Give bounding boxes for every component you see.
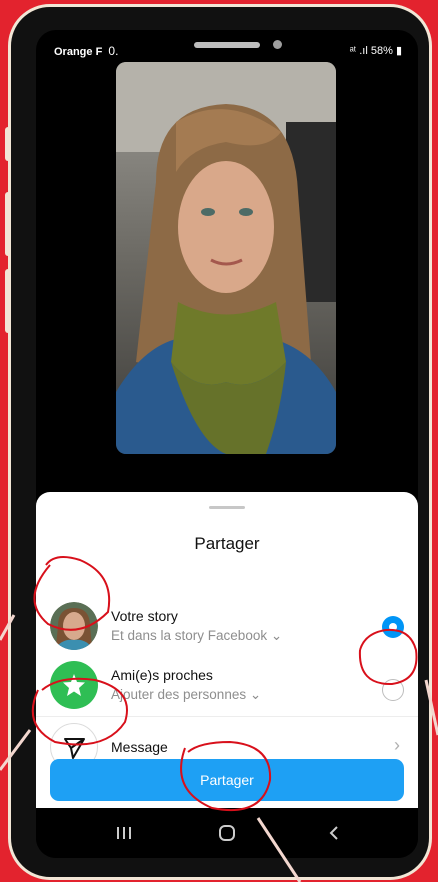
battery-label: 58% bbox=[370, 45, 393, 57]
phone-side-button bbox=[5, 192, 11, 256]
chevron-down-icon: ⌄ bbox=[249, 687, 262, 702]
star-icon bbox=[63, 674, 85, 696]
row-sublabel: Ajouter des personnes ⌄ bbox=[111, 687, 262, 702]
chevron-down-icon: ⌄ bbox=[270, 628, 283, 643]
share-sheet: Partager Votre story Et dans la story Fa… bbox=[36, 492, 418, 808]
profile-avatar bbox=[50, 602, 98, 650]
sheet-title: Partager bbox=[194, 534, 260, 553]
close-friends-radio[interactable] bbox=[382, 679, 404, 701]
front-camera bbox=[273, 40, 282, 49]
row-label: Ami(e)s proches bbox=[111, 667, 213, 683]
android-nav-bar bbox=[36, 808, 418, 858]
share-button[interactable]: Partager bbox=[50, 759, 404, 801]
row-sublabel: Et dans la story Facebook ⌄ bbox=[111, 628, 283, 643]
recent-apps-icon[interactable] bbox=[104, 818, 144, 848]
phone-side-button bbox=[5, 127, 11, 161]
home-icon[interactable] bbox=[207, 818, 247, 848]
row-close-friends[interactable]: Ami(e)s proches Ajouter des personnes ⌄ bbox=[36, 657, 418, 713]
sheet-grabber[interactable] bbox=[209, 506, 245, 509]
story-preview-photo bbox=[116, 62, 336, 454]
carrier-label: Orange F 0. bbox=[54, 44, 119, 58]
chevron-right-icon: › bbox=[394, 735, 400, 755]
status-icons: ᵃᵗ .ıl 58% ▮ bbox=[350, 44, 402, 57]
back-icon[interactable] bbox=[314, 818, 354, 848]
battery-icon: ▮ bbox=[392, 45, 402, 57]
time-label: 0. bbox=[108, 44, 119, 58]
row-divider bbox=[36, 716, 418, 717]
phone-side-button bbox=[5, 269, 11, 333]
earpiece bbox=[194, 42, 260, 48]
row-label: Message bbox=[111, 739, 168, 755]
close-friends-badge bbox=[50, 661, 98, 709]
story-radio-selected[interactable] bbox=[382, 616, 404, 638]
row-label: Votre story bbox=[111, 608, 178, 624]
phone-screen: Orange F 0. ᵃᵗ .ıl 58% ▮ Partager Votre … bbox=[36, 30, 418, 858]
signal-icon: ᵃᵗ .ıl bbox=[349, 45, 371, 57]
row-your-story[interactable]: Votre story Et dans la story Facebook ⌄ bbox=[36, 598, 418, 654]
